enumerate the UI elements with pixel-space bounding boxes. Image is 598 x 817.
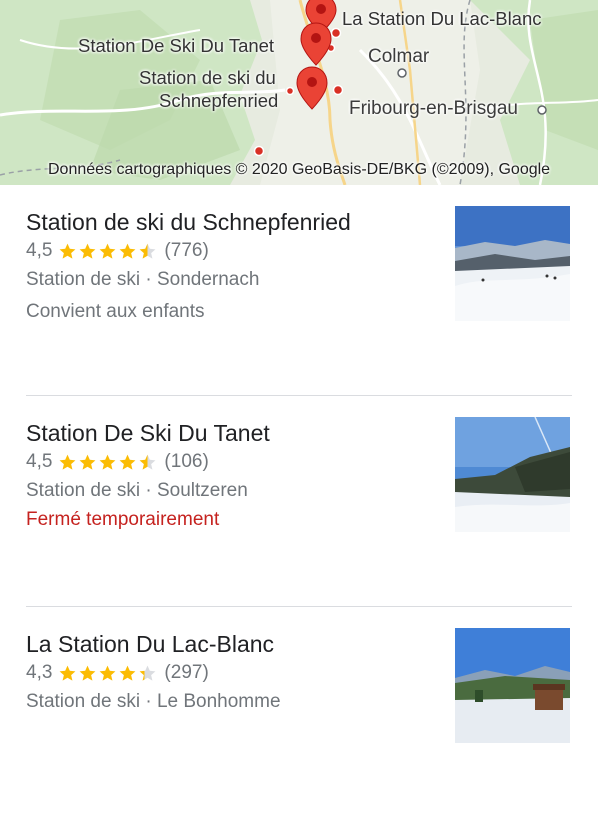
review-count: (106)	[164, 451, 209, 472]
map-label-lac-blanc[interactable]: La Station Du Lac-Blanc	[342, 8, 542, 30]
star-half-icon	[140, 665, 156, 681]
result-category: Station de ski · Le Bonhomme	[26, 691, 281, 712]
star-rating	[58, 664, 158, 683]
map-label-fribourg: Fribourg-en-Brisgau	[349, 98, 518, 119]
result-card[interactable]: Station De Ski Du Tanet 4,5 (106) Statio…	[0, 396, 598, 606]
rating-row: 4,5 (776)	[26, 240, 209, 262]
map-label-schnepfenried-line1[interactable]: Station de ski du	[139, 67, 276, 89]
star-full-icon	[80, 243, 96, 259]
star-full-icon	[60, 665, 76, 681]
star-full-icon	[120, 665, 136, 681]
result-photo[interactable]	[455, 417, 570, 532]
map-pin-icon[interactable]	[299, 22, 333, 66]
star-full-icon	[60, 454, 76, 470]
map-label-tanet[interactable]: Station De Ski Du Tanet	[78, 35, 274, 57]
result-status: Fermé temporairement	[26, 509, 220, 530]
map[interactable]: La Station Du Lac-Blanc Station De Ski D…	[0, 0, 598, 185]
rating-row: 4,3 (297)	[26, 662, 209, 684]
map-pin-icon[interactable]	[295, 66, 329, 110]
result-title[interactable]: La Station Du Lac-Blanc	[26, 631, 274, 658]
star-rating	[58, 242, 158, 261]
map-label-schnepfenried-line2[interactable]: Schnepfenried	[159, 90, 278, 112]
star-full-icon	[120, 243, 136, 259]
rating-value: 4,3	[26, 662, 53, 683]
map-attribution: Données cartographiques © 2020 GeoBasis-…	[48, 161, 551, 178]
star-full-icon	[100, 454, 116, 470]
star-rating	[58, 453, 158, 472]
map-label-colmar: Colmar	[368, 46, 430, 67]
star-full-icon	[80, 665, 96, 681]
star-full-icon	[100, 665, 116, 681]
rating-value: 4,5	[26, 451, 53, 472]
star-full-icon	[100, 243, 116, 259]
star-half-icon	[140, 454, 156, 470]
result-title[interactable]: Station De Ski Du Tanet	[26, 420, 270, 447]
review-count: (776)	[164, 240, 209, 261]
star-half-icon	[140, 243, 156, 259]
star-full-icon	[120, 454, 136, 470]
rating-row: 4,5 (106)	[26, 451, 209, 473]
result-card[interactable]: La Station Du Lac-Blanc 4,3 (297) Statio…	[0, 607, 598, 817]
review-count: (297)	[164, 662, 209, 683]
star-full-icon	[60, 243, 76, 259]
star-full-icon	[80, 454, 96, 470]
result-attribute: Convient aux enfants	[26, 301, 205, 322]
result-photo[interactable]	[455, 206, 570, 321]
result-category: Station de ski · Sondernach	[26, 269, 260, 290]
result-photo[interactable]	[455, 628, 570, 743]
result-title[interactable]: Station de ski du Schnepfenried	[26, 209, 351, 236]
result-card[interactable]: Station de ski du Schnepfenried 4,5 (776…	[0, 185, 598, 395]
result-category: Station de ski · Soultzeren	[26, 480, 248, 501]
rating-value: 4,5	[26, 240, 53, 261]
